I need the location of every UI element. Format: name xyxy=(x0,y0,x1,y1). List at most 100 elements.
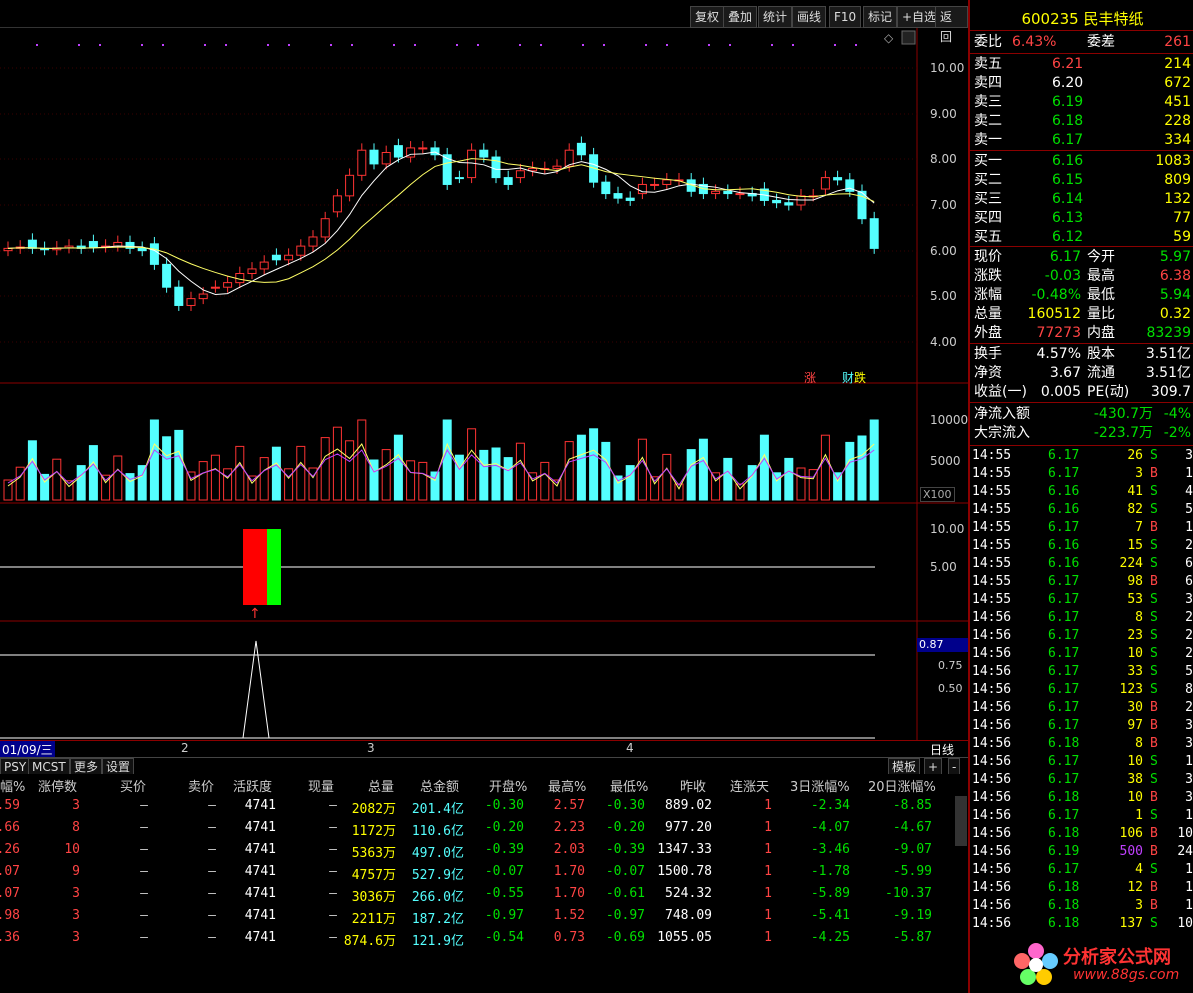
kline-chart-area[interactable]: ↑ ◇ 10.00 9.00 8.00 7.00 6.00 5.00 4.00 10000 50… xyxy=(0,28,969,758)
volume-bar xyxy=(784,457,794,501)
chart-svg[interactable]: ↑ ◇ xyxy=(0,28,968,758)
table-cell: 1 xyxy=(764,842,772,857)
tick-row: 14:55 6.16 224 S 6 xyxy=(972,556,1193,571)
ma10-line xyxy=(7,158,875,283)
volume-unit: X100 xyxy=(920,487,955,502)
table-cell: 9 xyxy=(72,864,80,879)
candle xyxy=(271,254,281,261)
table-header[interactable]: 最低% xyxy=(610,776,648,795)
candle xyxy=(369,149,379,165)
back-button[interactable]: 返回 xyxy=(935,6,968,44)
table-header[interactable]: 20日涨幅% xyxy=(868,776,936,795)
table-cell: .07 xyxy=(0,886,20,901)
volume-bar xyxy=(686,449,696,501)
table-header[interactable]: 总量 xyxy=(368,776,394,795)
indicator-axis-label: 10.00 xyxy=(930,522,965,536)
signal-dot xyxy=(141,44,143,46)
table-cell: 110.6亿 xyxy=(411,824,464,839)
f10-button[interactable]: F10 xyxy=(829,6,862,28)
volume-bar xyxy=(345,440,355,501)
table-cell: 527.9亿 xyxy=(411,868,464,883)
volume-bar xyxy=(162,436,172,501)
table-cell: -0.97 xyxy=(484,908,524,923)
tick-row: 14:55 6.17 53 S 3 xyxy=(972,592,1193,607)
draw-line-button[interactable]: 画线 xyxy=(792,6,827,28)
table-cell: -1.78 xyxy=(810,864,850,879)
mark-button[interactable]: 标记 xyxy=(863,6,898,28)
table-cell: -8.85 xyxy=(892,798,932,813)
candle xyxy=(833,177,843,181)
table-header[interactable]: 昨收 xyxy=(680,776,706,795)
table-cell: 1.70 xyxy=(553,864,585,879)
table-cell: – xyxy=(140,908,148,923)
candle xyxy=(820,177,830,190)
pane4-axis-label: 0.75 xyxy=(938,659,963,672)
table-cell: -5.87 xyxy=(892,930,932,945)
table-cell: 748.09 xyxy=(665,908,712,923)
volume-bar xyxy=(479,449,489,501)
price-axis-label: 7.00 xyxy=(930,198,957,212)
volume-bar xyxy=(27,440,37,501)
volume-bar xyxy=(137,465,147,501)
table-header[interactable]: 连涨天 xyxy=(730,776,769,795)
table-cell: 4741 xyxy=(244,930,276,945)
restore-rights-button[interactable]: 复权 xyxy=(690,6,725,28)
tick-row: 14:56 6.18 3 B 1 xyxy=(972,898,1193,913)
candle xyxy=(88,241,98,248)
table-header[interactable]: 幅% xyxy=(0,776,25,795)
candle xyxy=(613,193,623,199)
table-cell: .66 xyxy=(0,820,20,835)
price-axis-label: 4.00 xyxy=(930,335,957,349)
tick-row: 14:56 6.17 23 S 2 xyxy=(972,628,1193,643)
volume-bar xyxy=(332,426,342,501)
candle xyxy=(332,195,342,213)
table-cell: -0.30 xyxy=(484,798,524,813)
price-axis-label: 9.00 xyxy=(930,107,957,121)
tick-row: 14:56 6.18 12 B 1 xyxy=(972,880,1193,895)
signal-dot xyxy=(393,44,395,46)
volume-bar xyxy=(271,446,281,501)
period-label[interactable]: 日线 xyxy=(930,741,954,758)
volume-bar xyxy=(869,419,879,501)
table-cell: 187.2亿 xyxy=(411,912,464,927)
table-header[interactable]: 活跃度 xyxy=(233,776,272,795)
table-cell: -9.07 xyxy=(892,842,932,857)
table-header[interactable]: 3日涨幅% xyxy=(790,776,850,795)
volume-bar xyxy=(393,434,403,501)
overlay-button[interactable]: 叠加 xyxy=(723,6,758,28)
table-cell: 121.9亿 xyxy=(411,934,464,949)
tick-row: 14:56 6.18 8 B 3 xyxy=(972,736,1193,751)
table-cell: -0.39 xyxy=(605,842,645,857)
toolbar: 复权 叠加 统计 画线 F10 标记 +自选 返回 xyxy=(0,0,968,44)
candle xyxy=(210,286,220,289)
watermark-url: www.88gs.com xyxy=(1073,967,1180,983)
table-header[interactable]: 总金额 xyxy=(420,776,459,795)
table-cell: – xyxy=(140,864,148,879)
table-header[interactable]: 涨停数 xyxy=(38,776,77,795)
table-cell: 1 xyxy=(764,864,772,879)
table-cell: 5363万 xyxy=(351,846,396,861)
price-axis-label: 10.00 xyxy=(930,61,965,75)
candle xyxy=(186,298,196,306)
table-cell: 497.0亿 xyxy=(411,846,464,861)
table-header[interactable]: 现量 xyxy=(308,776,334,795)
candle xyxy=(284,254,294,261)
candle xyxy=(223,282,233,288)
volume-bar xyxy=(625,465,635,501)
scroll-button[interactable] xyxy=(901,30,916,45)
table-header[interactable]: 卖价 xyxy=(188,776,214,795)
table-header[interactable]: 买价 xyxy=(120,776,146,795)
table-scrollbar[interactable] xyxy=(955,796,967,846)
finance-marker: 财跌 xyxy=(842,371,867,385)
table-header[interactable]: 最高% xyxy=(548,776,586,795)
signal-dot xyxy=(288,44,290,46)
volume-bar xyxy=(186,471,196,501)
statistics-button[interactable]: 统计 xyxy=(758,6,793,28)
table-header[interactable]: 开盘% xyxy=(489,776,527,795)
candle xyxy=(418,147,428,150)
candle xyxy=(381,151,391,165)
volume-bar xyxy=(381,449,391,501)
flow-row: 大宗流入 -223.7万 -2% xyxy=(974,425,1191,441)
table-cell: 2.03 xyxy=(553,842,585,857)
table-cell: 1347.33 xyxy=(657,842,712,857)
